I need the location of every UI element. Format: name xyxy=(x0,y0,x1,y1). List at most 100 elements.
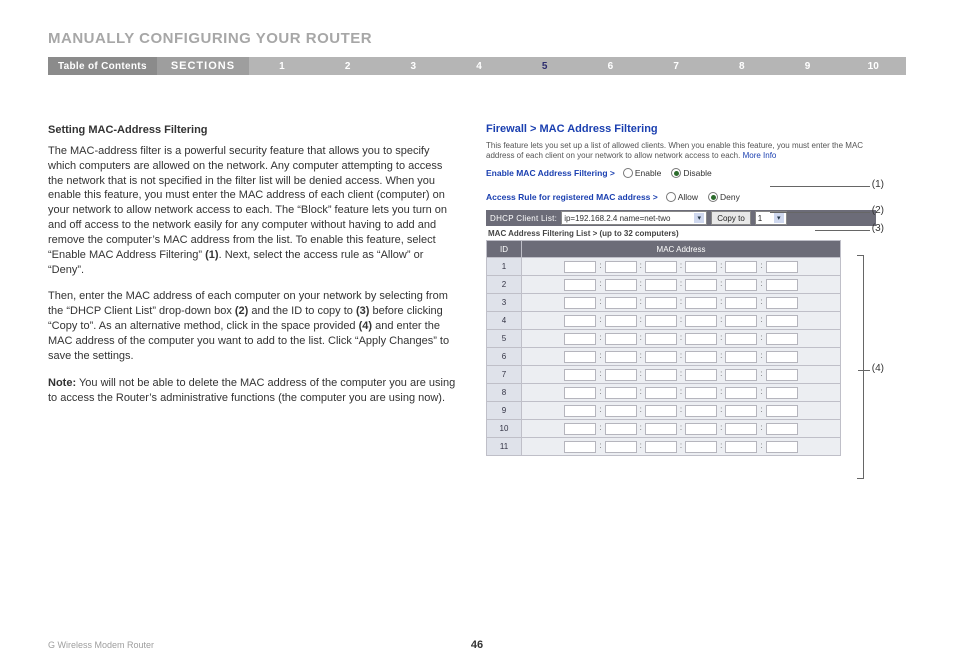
row-mac: ::::: xyxy=(522,276,841,294)
mac-octet-input[interactable] xyxy=(605,333,637,345)
mac-octet-input[interactable] xyxy=(645,369,677,381)
mac-octet-input[interactable] xyxy=(685,261,717,273)
mac-octet-input[interactable] xyxy=(725,387,757,399)
mac-octet-input[interactable] xyxy=(725,261,757,273)
radio-disable[interactable]: Disable xyxy=(671,168,711,178)
mac-octet-input[interactable] xyxy=(725,333,757,345)
mac-octet-input[interactable] xyxy=(725,315,757,327)
mac-octet-input[interactable] xyxy=(605,315,637,327)
mac-octet-input[interactable] xyxy=(564,423,596,435)
mac-octet-input[interactable] xyxy=(564,333,596,345)
mac-octet-input[interactable] xyxy=(685,405,717,417)
ref-1: (1) xyxy=(205,249,218,261)
mac-octet-input[interactable] xyxy=(564,405,596,417)
mac-octet-input[interactable] xyxy=(605,405,637,417)
mac-octet-input[interactable] xyxy=(564,279,596,291)
nav-section-2[interactable]: 2 xyxy=(315,57,381,75)
copy-id-select[interactable]: 1 ▾ xyxy=(755,211,787,225)
mac-octet-input[interactable] xyxy=(564,351,596,363)
nav-section-6[interactable]: 6 xyxy=(578,57,644,75)
mac-octet-input[interactable] xyxy=(766,333,798,345)
nav-section-9[interactable]: 9 xyxy=(775,57,841,75)
mac-octet-input[interactable] xyxy=(725,351,757,363)
mac-octet-input[interactable] xyxy=(645,297,677,309)
mac-octet-input[interactable] xyxy=(564,315,596,327)
mac-octet-input[interactable] xyxy=(564,297,596,309)
mac-octet-input[interactable] xyxy=(605,351,637,363)
mac-octet-input[interactable] xyxy=(725,369,757,381)
mac-octet-input[interactable] xyxy=(645,405,677,417)
mac-octet-input[interactable] xyxy=(725,279,757,291)
nav-toc[interactable]: Table of Contents xyxy=(48,57,157,75)
mac-octet-input[interactable] xyxy=(685,315,717,327)
mac-octet-input[interactable] xyxy=(766,369,798,381)
mac-octet-input[interactable] xyxy=(725,405,757,417)
mac-octet-input[interactable] xyxy=(766,441,798,453)
mac-octet-input[interactable] xyxy=(685,441,717,453)
mac-octet-input[interactable] xyxy=(645,387,677,399)
mac-octet-input[interactable] xyxy=(766,423,798,435)
table-row: 4::::: xyxy=(487,312,841,330)
mac-octet-input[interactable] xyxy=(645,315,677,327)
callout-2-label: (2) xyxy=(872,205,884,216)
row-mac: ::::: xyxy=(522,420,841,438)
mac-octet-input[interactable] xyxy=(766,279,798,291)
mac-octet-input[interactable] xyxy=(685,351,717,363)
mac-octet-input[interactable] xyxy=(605,423,637,435)
mac-octet-input[interactable] xyxy=(685,369,717,381)
mac-octet-input[interactable] xyxy=(685,423,717,435)
mac-octet-input[interactable] xyxy=(725,297,757,309)
mac-octet-input[interactable] xyxy=(605,279,637,291)
mac-octet-input[interactable] xyxy=(645,261,677,273)
more-info-link[interactable]: More Info xyxy=(743,151,777,160)
mac-octet-input[interactable] xyxy=(564,387,596,399)
mac-octet-input[interactable] xyxy=(605,297,637,309)
mac-octet-input[interactable] xyxy=(645,351,677,363)
desc-text: This feature lets you set up a list of a… xyxy=(486,141,863,160)
nav-section-10[interactable]: 10 xyxy=(840,57,906,75)
mac-octet-input[interactable] xyxy=(645,279,677,291)
mac-octet-input[interactable] xyxy=(725,441,757,453)
row-id: 6 xyxy=(487,348,522,366)
mac-octet-input[interactable] xyxy=(766,387,798,399)
nav-section-7[interactable]: 7 xyxy=(643,57,709,75)
callout-2: (2) xyxy=(872,205,884,216)
mac-octet-input[interactable] xyxy=(766,405,798,417)
mac-octet-input[interactable] xyxy=(564,369,596,381)
copy-to-button[interactable]: Copy to xyxy=(711,211,751,225)
radio-deny[interactable]: Deny xyxy=(708,192,740,202)
radio-disable-label: Disable xyxy=(683,168,711,178)
mac-octet-input[interactable] xyxy=(766,297,798,309)
mac-octet-input[interactable] xyxy=(685,387,717,399)
row-id: 1 xyxy=(487,258,522,276)
feature-description: This feature lets you set up a list of a… xyxy=(486,141,876,160)
mac-octet-input[interactable] xyxy=(645,333,677,345)
radio-allow[interactable]: Allow xyxy=(666,192,698,202)
mac-octet-input[interactable] xyxy=(685,279,717,291)
mac-octet-input[interactable] xyxy=(685,297,717,309)
mac-octet-input[interactable] xyxy=(766,351,798,363)
mac-octet-input[interactable] xyxy=(645,441,677,453)
mac-octet-input[interactable] xyxy=(605,387,637,399)
dhcp-label: DHCP Client List: xyxy=(490,214,557,223)
mac-octet-input[interactable] xyxy=(645,423,677,435)
mac-octet-input[interactable] xyxy=(725,423,757,435)
subheading: Setting MAC-Address Filtering xyxy=(48,123,458,138)
mac-octet-input[interactable] xyxy=(564,441,596,453)
mac-octet-input[interactable] xyxy=(605,441,637,453)
dhcp-client-select[interactable]: ip=192.168.2.4 name=net-two ▾ xyxy=(561,211,707,225)
nav-section-4[interactable]: 4 xyxy=(446,57,512,75)
mac-octet-input[interactable] xyxy=(685,333,717,345)
radio-enable[interactable]: Enable xyxy=(623,168,661,178)
nav-section-1[interactable]: 1 xyxy=(249,57,315,75)
mac-octet-input[interactable] xyxy=(605,369,637,381)
nav-section-8[interactable]: 8 xyxy=(709,57,775,75)
mac-octet-input[interactable] xyxy=(605,261,637,273)
callout-4: (4) xyxy=(872,363,884,374)
nav-section-5[interactable]: 5 xyxy=(512,57,578,75)
nav-section-3[interactable]: 3 xyxy=(380,57,446,75)
rule-row: Access Rule for registered MAC address >… xyxy=(486,190,876,204)
mac-octet-input[interactable] xyxy=(564,261,596,273)
mac-octet-input[interactable] xyxy=(766,261,798,273)
mac-octet-input[interactable] xyxy=(766,315,798,327)
